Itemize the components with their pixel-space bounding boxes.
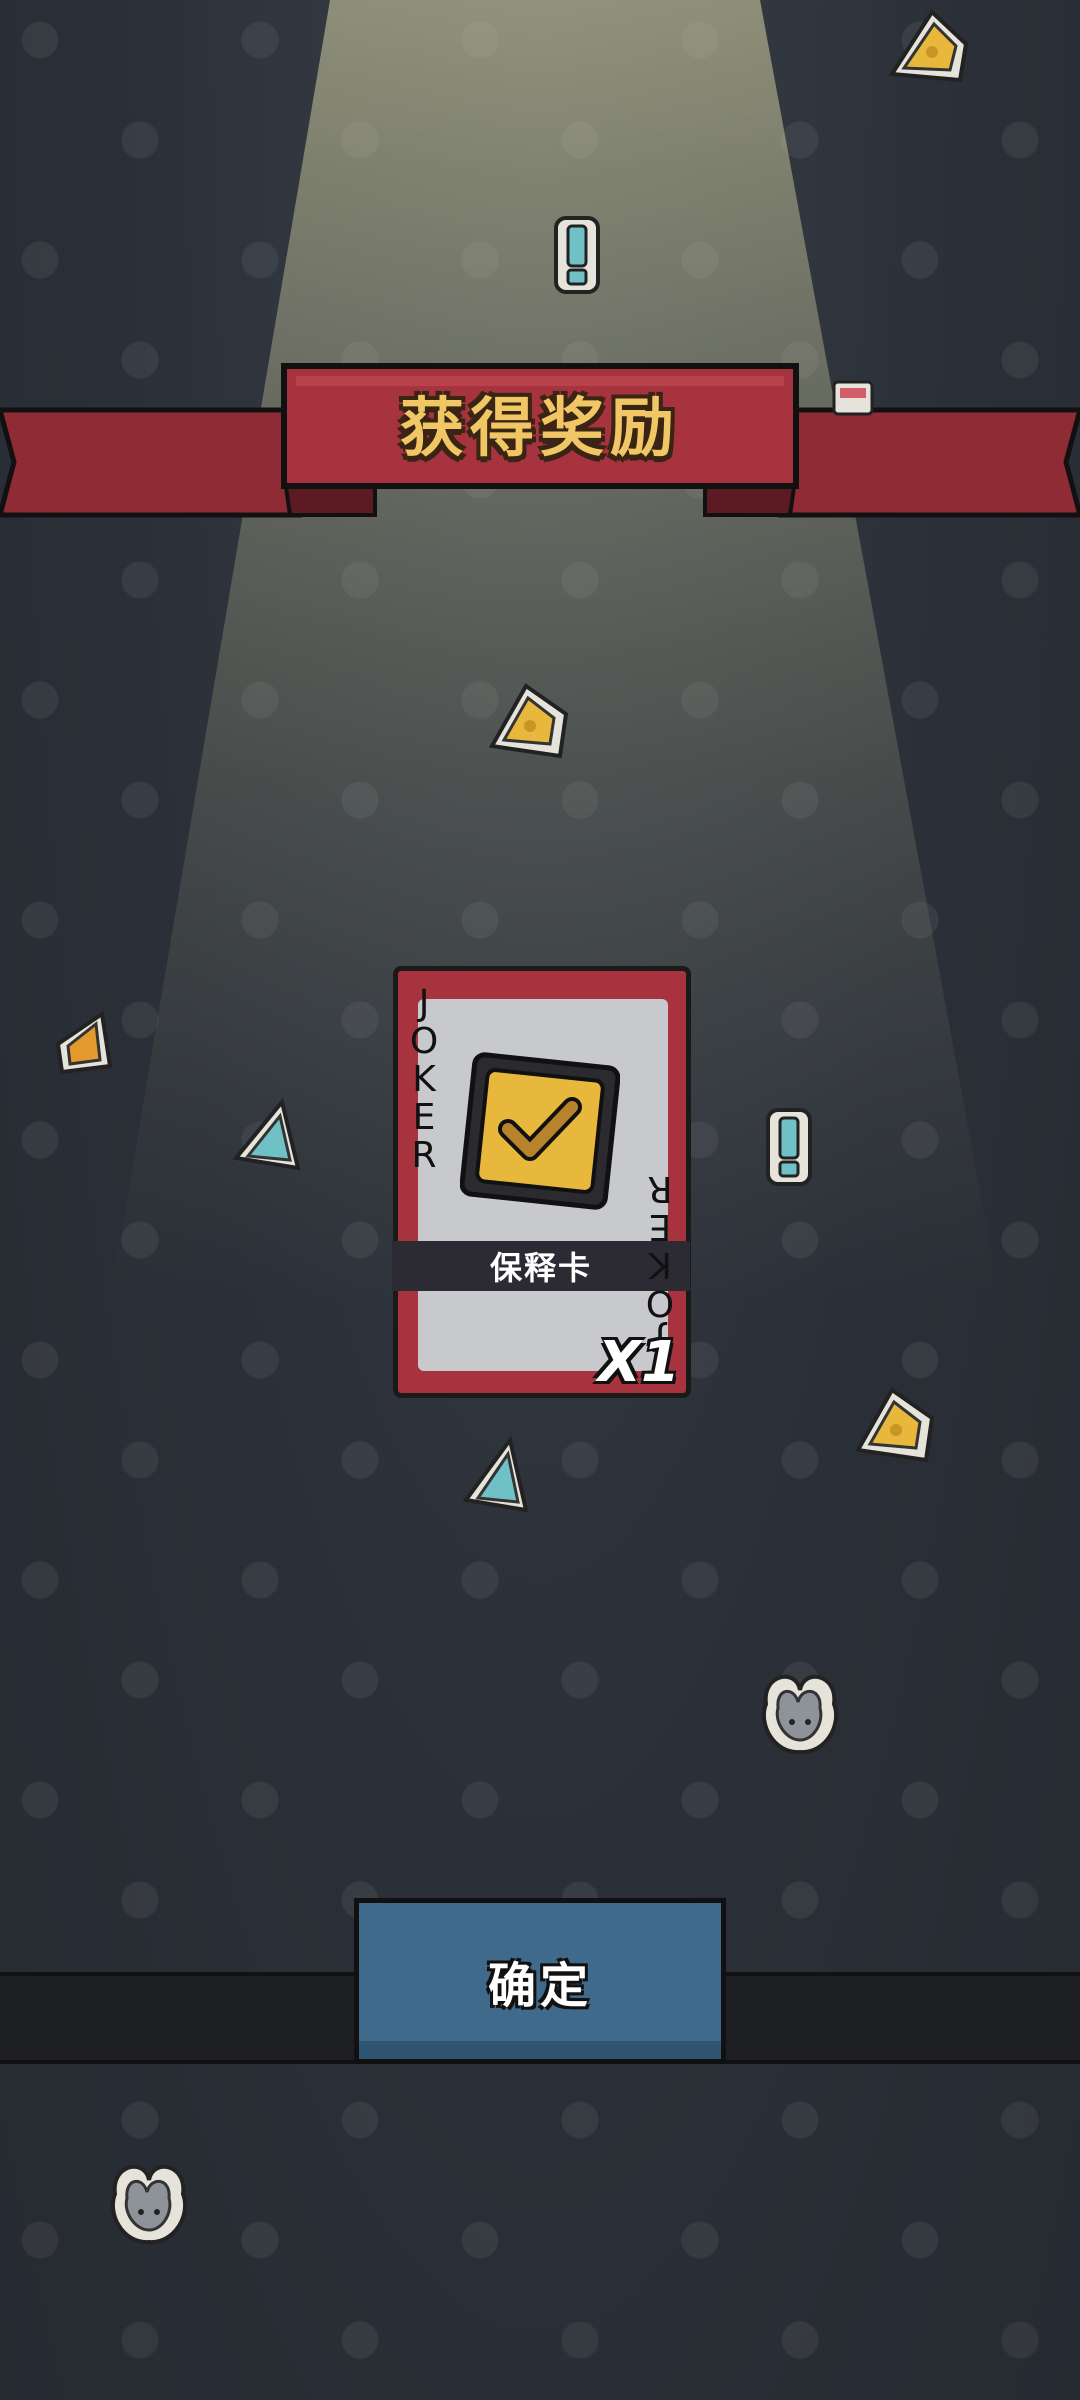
shard-sticker-icon — [462, 1435, 529, 1513]
cheese-sticker-icon — [488, 683, 569, 759]
cheese-sticker-icon — [888, 8, 969, 83]
exclamation-sticker-icon — [554, 216, 600, 294]
shield-check-icon — [460, 1052, 620, 1210]
reward-screen: 获得奖励 J O K E R 保释卡 J O K E R X1 确定 — [0, 0, 1080, 2400]
card-label-top: JOKER — [409, 983, 439, 1176]
shard-sticker-icon — [232, 1097, 301, 1171]
card-sticker-icon — [832, 380, 874, 416]
reward-card: JOKER 保释卡 JOKER X1 — [392, 966, 691, 1398]
confirm-button[interactable]: 确定 — [354, 1898, 726, 2064]
exclamation-sticker-icon — [766, 1108, 812, 1186]
paper-scrap-sticker-icon — [55, 1010, 113, 1075]
reward-quantity: X1 — [597, 1330, 680, 1395]
cheese-sticker-icon — [854, 1387, 935, 1463]
screen-title: 获得奖励 — [400, 392, 680, 466]
mouse-sticker-icon — [110, 2164, 188, 2245]
mouse-sticker-icon — [761, 1674, 839, 1755]
